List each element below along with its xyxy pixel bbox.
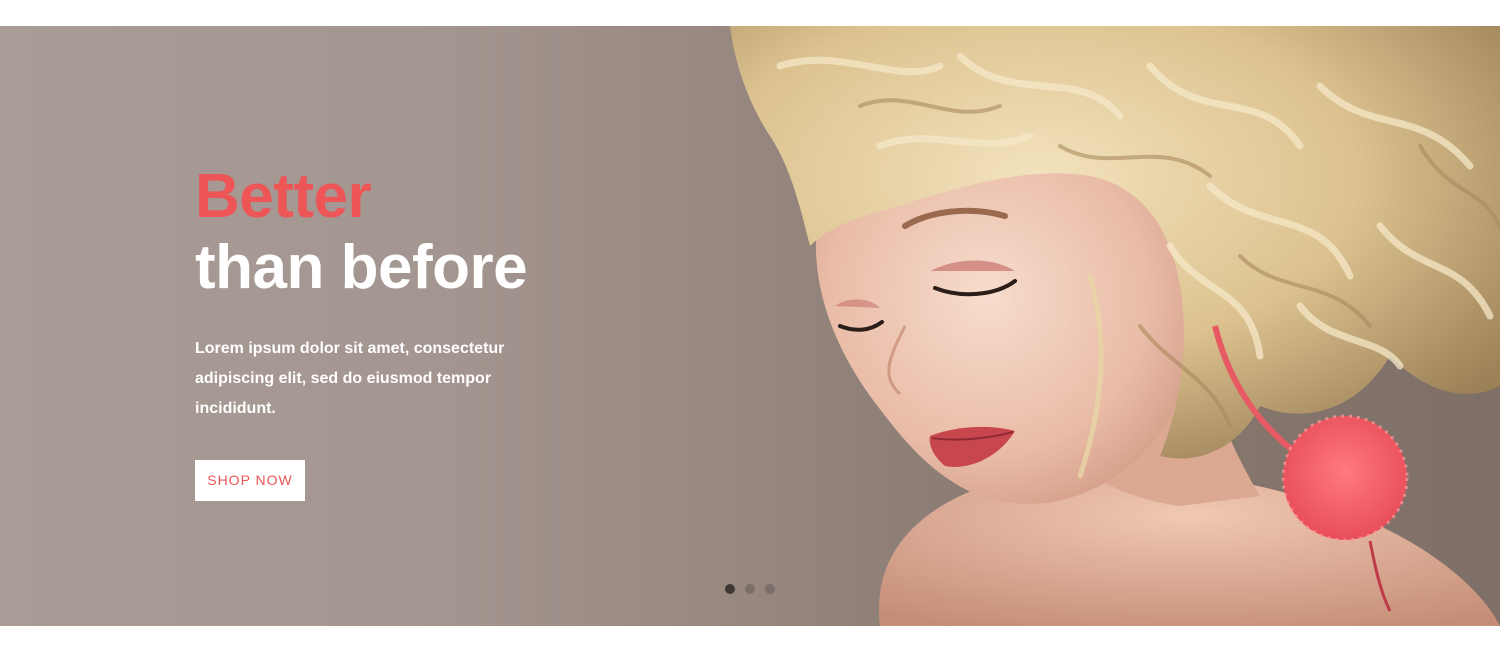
hero-title-main: than before (195, 233, 528, 302)
hero-banner: Better than before Lorem ipsum dolor sit… (0, 26, 1500, 626)
page: Better than before Lorem ipsum dolor sit… (0, 0, 1500, 652)
hero-description: Lorem ipsum dolor sit amet, consectetur … (195, 340, 505, 417)
hero-content: Better than before Lorem ipsum dolor sit… (195, 162, 555, 501)
carousel-pagination (725, 584, 775, 594)
carousel-dot-2[interactable] (745, 584, 755, 594)
shop-now-button[interactable]: SHOP NOW (195, 460, 305, 501)
hero-title-accent: Better (195, 162, 372, 231)
carousel-dot-3[interactable] (765, 584, 775, 594)
carousel-dot-1[interactable] (725, 584, 735, 594)
